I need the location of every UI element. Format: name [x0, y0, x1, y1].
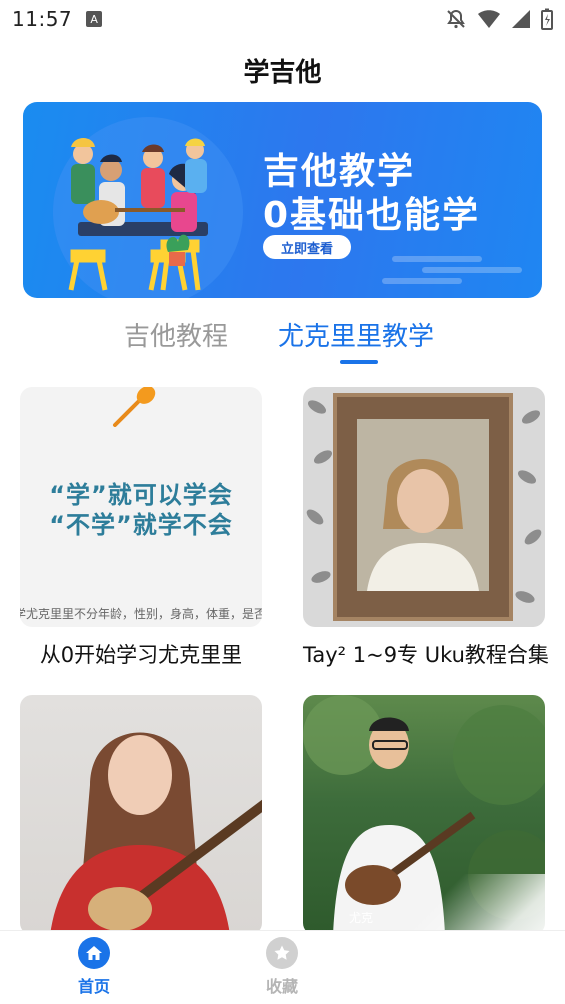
course-title: Tay² 1~9专 Uku教程合集	[303, 643, 549, 667]
tab-guitar-course[interactable]: 吉他教程	[124, 316, 228, 353]
banner-subheadline: 0基础也能学	[263, 195, 481, 236]
nav-home[interactable]: 首页	[54, 937, 134, 997]
course-thumbnail: “学”就可以学会 “不学”就学不会 学尤克里里不分年龄，性别，身高，体重，是否有…	[20, 387, 262, 627]
course-card[interactable]: 尤克	[303, 695, 545, 947]
tab-active-indicator	[340, 360, 378, 364]
course-thumbnail: 尤克	[303, 695, 545, 935]
bottom-navigation: 首页 收藏	[0, 930, 565, 1004]
status-bar: 11:57 A	[0, 0, 565, 38]
ukulele-icon	[113, 387, 156, 427]
page-title: 学吉他	[243, 58, 322, 88]
course-card[interactable]: “学”就可以学会 “不学”就学不会 学尤克里里不分年龄，性别，身高，体重，是否有…	[20, 387, 262, 669]
cloud-decoration-icon	[382, 256, 522, 284]
view-now-button[interactable]: 立即查看	[263, 235, 351, 259]
banner-illustration	[53, 117, 243, 298]
nav-favorites-label: 收藏	[265, 977, 298, 996]
instructor-figure	[303, 695, 545, 935]
course-card[interactable]: Tay² 1~9专 Uku教程合集	[303, 387, 549, 669]
picture-frame	[333, 393, 513, 621]
course-card[interactable]	[20, 695, 262, 947]
video-caption: 尤克	[349, 911, 374, 925]
nav-favorites[interactable]: 收藏	[242, 937, 322, 997]
course-thumbnail	[20, 695, 262, 935]
person-figure	[357, 419, 489, 591]
thumbnail-text-line: “不学”就学不会	[49, 511, 233, 539]
status-badge-icon: A	[86, 11, 103, 27]
battery-icon	[541, 8, 553, 30]
tab-ukulele-course[interactable]: 尤克里里教学	[278, 316, 434, 353]
star-icon	[266, 937, 298, 969]
thumbnail-footnote: 学尤克里里不分年龄，性别，身高，体重，是否有基	[20, 607, 262, 621]
video-still	[357, 419, 489, 591]
course-thumbnail	[303, 387, 545, 627]
wifi-icon	[477, 9, 501, 29]
signal-icon	[511, 9, 531, 29]
mute-icon	[445, 8, 467, 30]
course-title: 从0开始学习尤克里里	[39, 643, 243, 667]
nav-home-label: 首页	[77, 977, 110, 996]
instructor-figure	[50, 732, 262, 935]
promo-banner[interactable]: 吉他教学 0基础也能学 立即查看	[23, 102, 542, 298]
status-time: 11:57	[12, 7, 73, 31]
status-icons	[445, 8, 553, 30]
home-icon	[78, 937, 110, 969]
category-tabs: 吉他教程 尤克里里教学	[0, 312, 565, 368]
